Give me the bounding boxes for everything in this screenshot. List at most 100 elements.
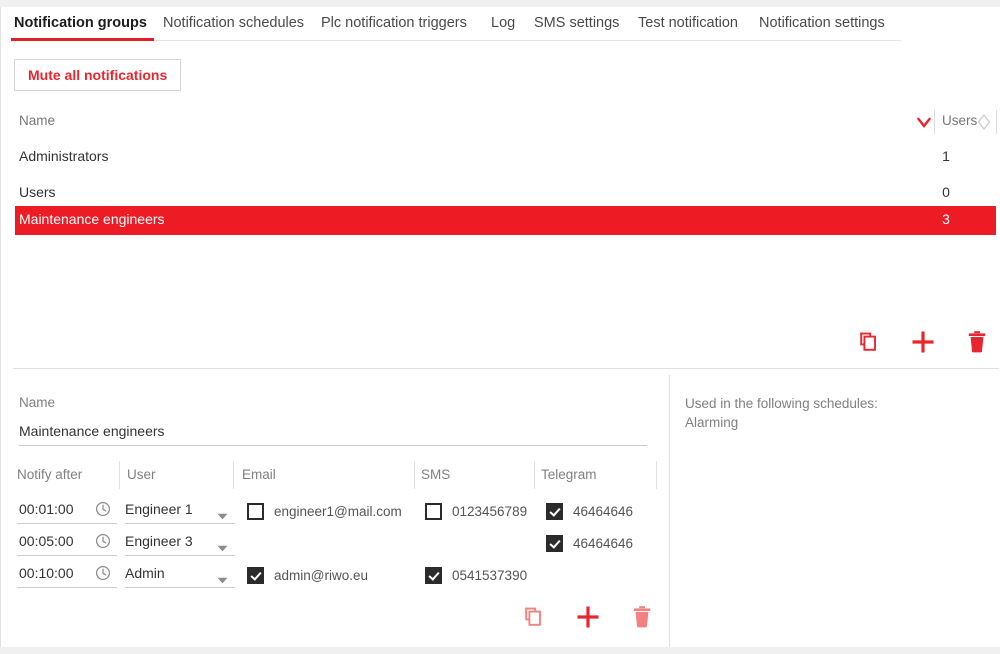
sort-none-icon[interactable] — [977, 113, 991, 131]
copy-icon[interactable] — [514, 597, 554, 637]
email-checkbox[interactable] — [247, 566, 264, 584]
plus-icon[interactable] — [568, 597, 608, 637]
column-header-name[interactable]: Name — [19, 113, 55, 128]
email-notification-cell: engineer1@mail.com — [247, 499, 402, 523]
column-header-sms: SMS — [421, 467, 451, 482]
groups-action-toolbar — [841, 322, 1000, 362]
column-separator — [534, 461, 535, 489]
notify-after-value: 00:10:00 — [19, 565, 74, 581]
group-user-count: 1 — [942, 148, 950, 164]
group-detail-panel: Name Notify after User Email SMS Telegra… — [1, 369, 1000, 647]
field-underline — [17, 523, 117, 524]
chevron-down-icon[interactable] — [217, 507, 228, 520]
used-in-schedules: Used in the following schedules: Alarmin… — [685, 394, 878, 432]
notify-after-value: 00:01:00 — [19, 501, 74, 517]
table-row[interactable]: Users 0 — [1, 179, 1000, 207]
column-header-telegram: Telegram — [541, 467, 597, 482]
email-checkbox[interactable] — [247, 502, 264, 520]
telegram-id: 46464646 — [573, 503, 634, 519]
sms-notification-cell: 0123456789 — [425, 499, 527, 523]
group-name: Maintenance engineers — [19, 211, 165, 227]
column-separator — [414, 461, 415, 489]
clock-icon[interactable] — [95, 533, 111, 549]
sort-descending-icon[interactable] — [916, 116, 932, 128]
sms-number: 0123456789 — [452, 503, 528, 519]
group-name: Users — [19, 184, 56, 200]
email-address: engineer1@mail.com — [274, 503, 402, 519]
tab-sms-settings[interactable]: SMS settings — [534, 15, 619, 31]
column-header-user: User — [127, 467, 156, 482]
notification-rule-row: 00:05:00 Engineer 3 46464646 — [1, 527, 669, 559]
field-underline — [125, 555, 235, 556]
email-address: admin@riwo.eu — [274, 567, 368, 583]
user-select[interactable]: Engineer 3 — [125, 531, 235, 556]
field-underline — [125, 523, 235, 524]
user-value: Engineer 1 — [125, 501, 193, 517]
tab-plc-notification-triggers[interactable]: Plc notification triggers — [321, 15, 467, 31]
detail-name-underline — [19, 445, 647, 446]
notification-rule-row: 00:10:00 Admin admin@riwo.eu 0541537390 — [1, 559, 669, 591]
clock-icon[interactable] — [95, 565, 111, 581]
telegram-notification-cell: 46464646 — [546, 531, 633, 555]
tab-test-notification[interactable]: Test notification — [638, 15, 738, 31]
sms-number: 0541537390 — [452, 567, 528, 583]
user-value: Engineer 3 — [125, 533, 193, 549]
field-underline — [125, 587, 235, 588]
window-body: Notification groups Notification schedul… — [0, 7, 1000, 647]
detail-name-input[interactable] — [19, 423, 639, 439]
table-row[interactable]: Administrators 1 — [1, 143, 1000, 171]
trash-icon[interactable] — [957, 322, 997, 362]
column-separator — [656, 461, 657, 489]
header-column-separator-right — [996, 110, 997, 134]
group-user-count: 3 — [942, 211, 950, 227]
clock-icon[interactable] — [95, 501, 111, 517]
tab-notification-schedules[interactable]: Notification schedules — [163, 15, 304, 31]
user-select[interactable]: Engineer 1 — [125, 499, 235, 524]
email-notification-cell: admin@riwo.eu — [247, 563, 368, 587]
user-select[interactable]: Admin — [125, 563, 235, 588]
header-column-separator — [934, 110, 935, 134]
telegram-notification-cell: 46464646 — [546, 499, 633, 523]
column-separator — [119, 461, 120, 489]
detail-vertical-divider — [669, 375, 670, 647]
notification-rules-header: Notify after User Email SMS Telegram — [1, 461, 669, 489]
sms-notification-cell: 0541537390 — [425, 563, 527, 587]
tab-bar: Notification groups Notification schedul… — [1, 7, 1000, 41]
telegram-checkbox[interactable] — [546, 534, 563, 552]
copy-icon[interactable] — [849, 322, 889, 362]
tab-notification-settings[interactable]: Notification settings — [759, 15, 885, 31]
rules-action-toolbar — [506, 597, 666, 637]
mute-all-notifications-button[interactable]: Mute all notifications — [14, 59, 182, 91]
mute-all-notifications-label: Mute all notifications — [28, 67, 168, 83]
telegram-checkbox[interactable] — [546, 502, 563, 520]
column-header-email: Email — [242, 467, 276, 482]
tab-notification-groups[interactable]: Notification groups — [14, 15, 147, 31]
notification-rule-row: 00:01:00 Engineer 1 engineer1@mail.com 0… — [1, 495, 669, 527]
group-user-count: 0 — [942, 184, 950, 200]
schedule-name: Alarming — [685, 415, 739, 430]
table-row-selected[interactable]: Maintenance engineers 3 — [15, 206, 996, 235]
field-underline — [17, 555, 117, 556]
notify-after-field[interactable]: 00:05:00 — [17, 531, 117, 556]
chevron-down-icon[interactable] — [217, 539, 228, 552]
tab-log[interactable]: Log — [491, 15, 515, 31]
plus-icon[interactable] — [903, 322, 943, 362]
sms-checkbox[interactable] — [425, 566, 442, 584]
field-underline — [17, 587, 117, 588]
chevron-down-icon[interactable] — [217, 571, 228, 584]
notify-after-field[interactable]: 00:10:00 — [17, 563, 117, 588]
user-value: Admin — [125, 565, 165, 581]
telegram-id: 46464646 — [573, 535, 634, 551]
detail-name-label: Name — [19, 395, 56, 410]
column-separator — [233, 461, 234, 489]
column-header-users[interactable]: Users — [942, 113, 977, 128]
notification-groups-window: Notification groups Notification schedul… — [0, 0, 1000, 654]
tab-active-indicator — [11, 38, 154, 41]
column-header-notify-after: Notify after — [17, 467, 83, 482]
notify-after-field[interactable]: 00:01:00 — [17, 499, 117, 524]
window-top-strip — [0, 0, 1000, 7]
groups-table-header: Name Users — [1, 107, 1000, 136]
trash-icon[interactable] — [622, 597, 662, 637]
group-name: Administrators — [19, 148, 109, 164]
sms-checkbox[interactable] — [425, 502, 442, 520]
